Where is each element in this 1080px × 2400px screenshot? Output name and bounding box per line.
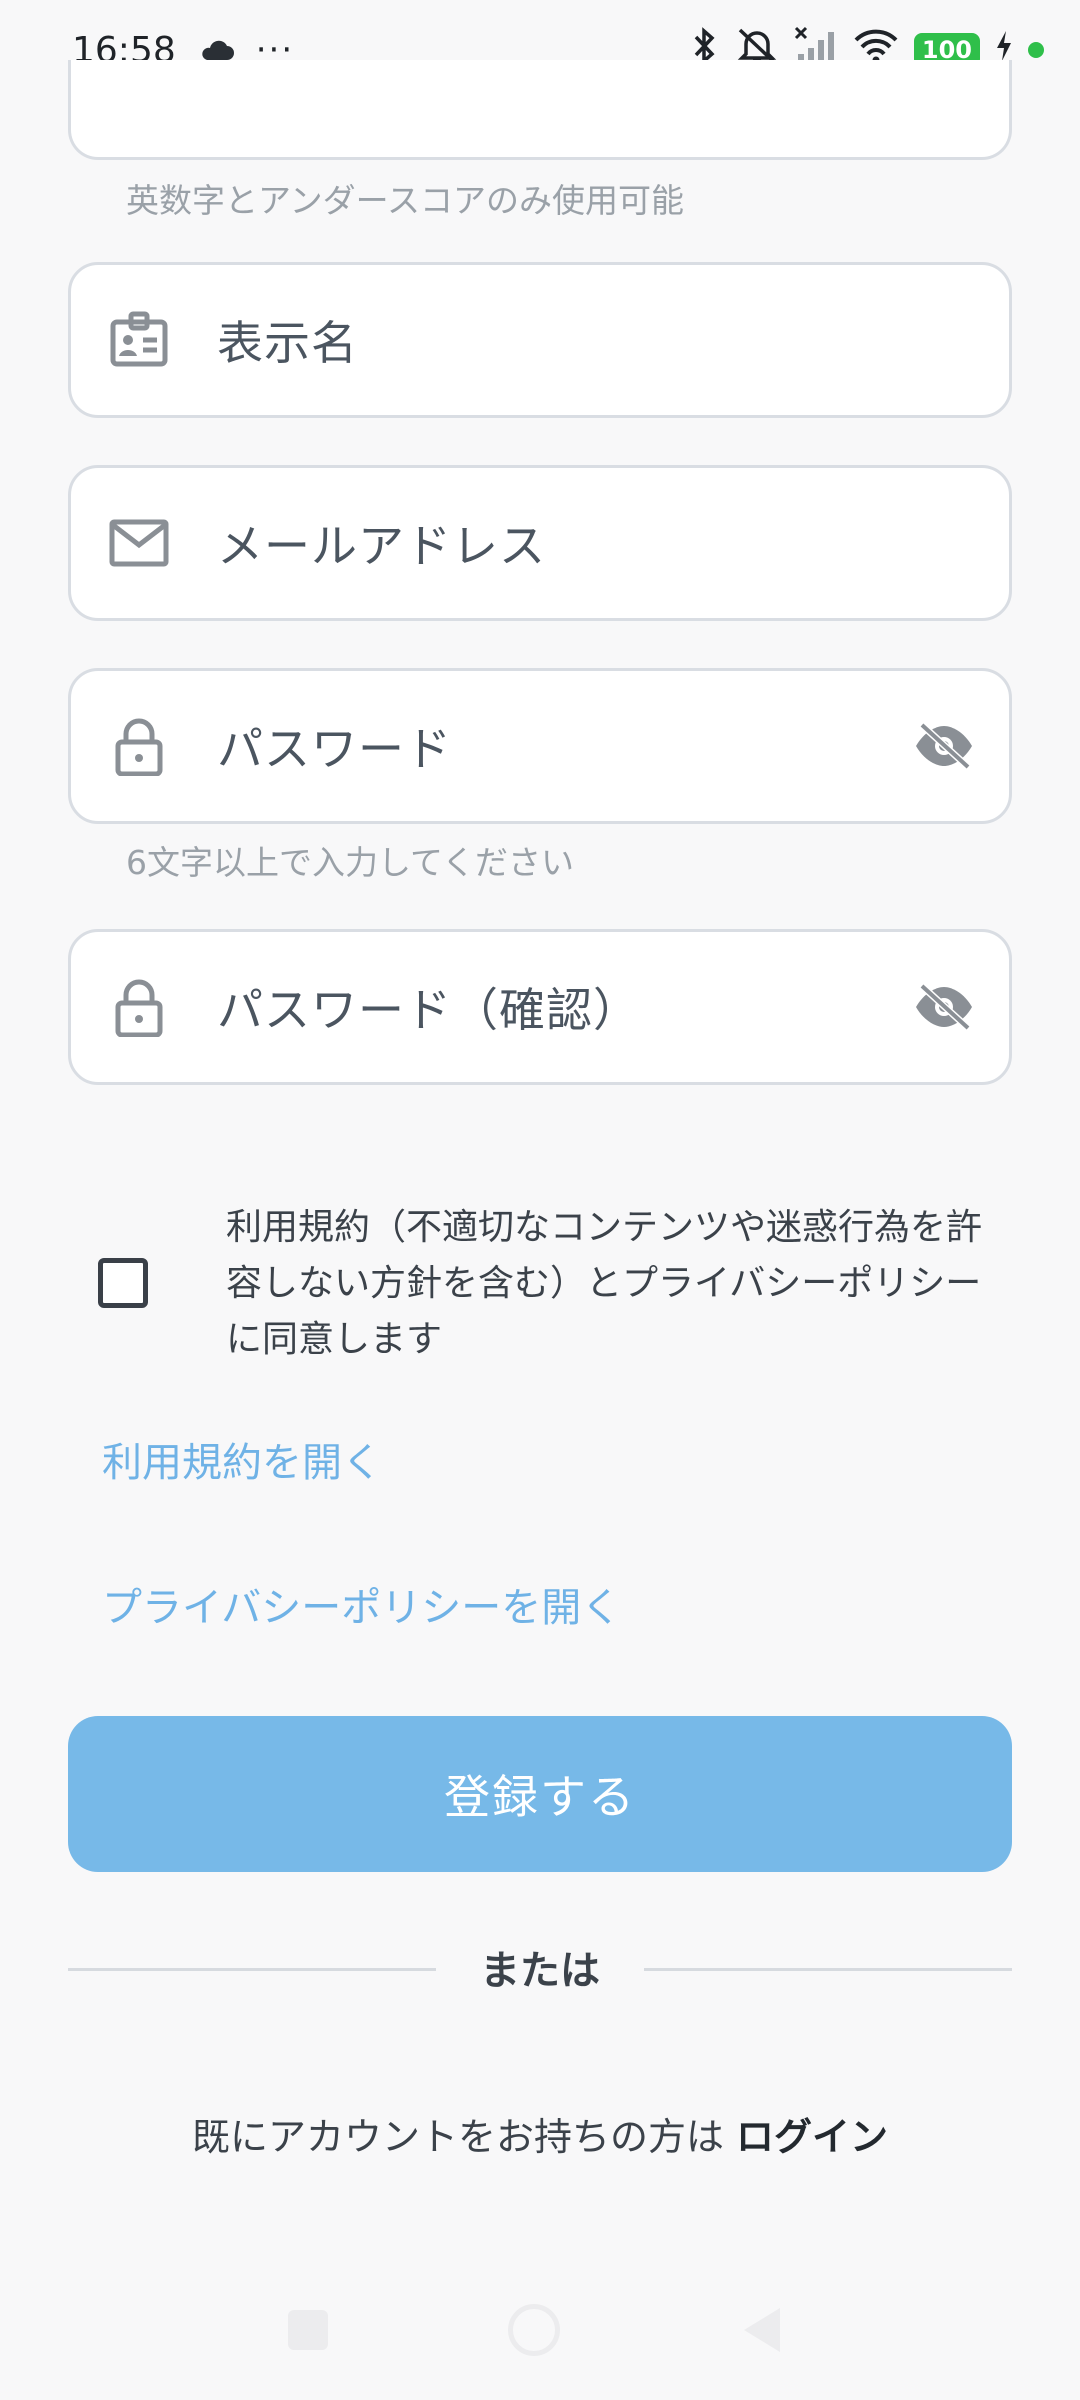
home-button[interactable] — [508, 2304, 560, 2356]
username-hint: 英数字とアンダースコアのみ使用可能 — [126, 181, 685, 220]
display-name-field[interactable]: 表示名 — [68, 262, 1012, 418]
username-field[interactable] — [68, 60, 1012, 160]
mail-icon — [107, 511, 171, 575]
recents-button[interactable] — [288, 2310, 328, 2350]
password-placeholder: パスワード — [217, 722, 452, 776]
password-hint: 6文字以上で入力してください — [126, 843, 575, 882]
register-button[interactable]: 登録する — [68, 1716, 1012, 1872]
or-divider-label: または — [480, 1948, 600, 1994]
eye-off-icon[interactable] — [909, 711, 979, 781]
password-field[interactable]: パスワード — [68, 668, 1012, 824]
back-button[interactable] — [740, 2304, 782, 2360]
email-field[interactable]: メールアドレス — [68, 465, 1012, 621]
email-placeholder: メールアドレス — [217, 519, 546, 573]
have-account-text: 既にアカウントをお持ちの方は — [191, 2115, 724, 2159]
login-link[interactable]: ログイン — [736, 2115, 888, 2159]
lock-icon — [107, 714, 171, 778]
open-privacy-link[interactable]: プライバシーポリシーを開く — [102, 1575, 621, 1633]
password-confirm-placeholder: パスワード（確認） — [217, 983, 640, 1037]
id-card-icon — [107, 308, 171, 372]
lock-icon — [107, 975, 171, 1039]
agree-checkbox[interactable] — [98, 1258, 148, 1308]
display-name-placeholder: 表示名 — [217, 316, 358, 370]
eye-off-icon[interactable] — [909, 972, 979, 1042]
open-terms-link[interactable]: 利用規約を開く — [102, 1430, 382, 1488]
password-confirm-field[interactable]: パスワード（確認） — [68, 929, 1012, 1085]
login-row: 既にアカウントをお持ちの方は ログイン — [0, 2106, 1080, 2161]
agree-label: 利用規約（不適切なコンテンツや迷惑行為を許容しない方針を含む）とプライバシーポリ… — [226, 1207, 983, 1360]
notification-dot — [1028, 42, 1044, 58]
system-nav-bar — [0, 2290, 1080, 2370]
